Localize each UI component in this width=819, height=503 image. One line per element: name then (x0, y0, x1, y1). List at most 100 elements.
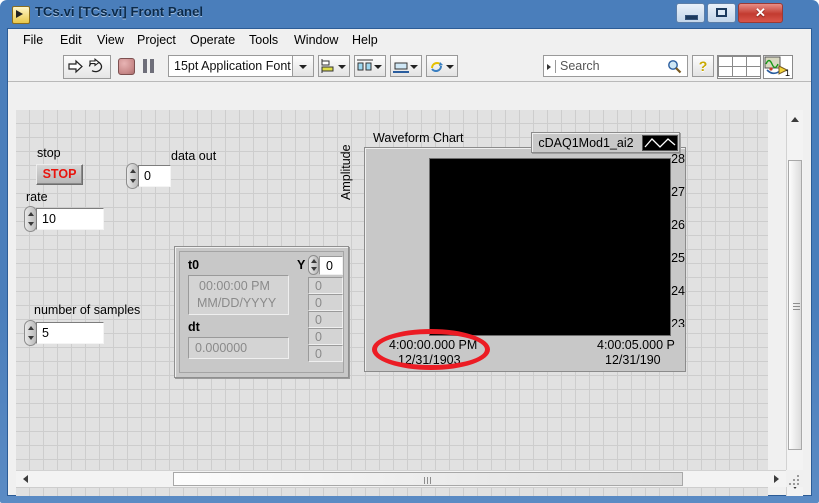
channel-index-input[interactable]: 0 (138, 165, 171, 187)
y-tick-24: 24 (671, 284, 685, 298)
distribute-objects-button[interactable] (354, 55, 386, 77)
abort-execution-icon[interactable] (118, 58, 135, 75)
horizontal-scrollbar[interactable] (16, 470, 786, 487)
number-of-samples-label: number of samples (34, 303, 141, 317)
font-selector[interactable]: 15pt Application Font (168, 55, 293, 77)
align-objects-button[interactable] (318, 55, 350, 77)
magnifier-icon[interactable] (667, 59, 682, 74)
run-arrow-icon[interactable] (67, 58, 84, 75)
search-expand-icon[interactable] (546, 60, 556, 73)
maximize-button[interactable] (707, 3, 736, 23)
y-tick-28: 28 (671, 152, 685, 166)
data-out-cluster[interactable]: t0 00:00:00 PM MM/DD/YYYY dt 0.000000 Y … (174, 246, 349, 378)
y-index-field[interactable]: 0 (319, 256, 343, 275)
rate-label: rate (26, 190, 48, 204)
waveform-line-icon[interactable] (642, 135, 678, 151)
vi-icon-number: 1 (784, 68, 790, 78)
menu-file[interactable]: File (16, 32, 50, 49)
front-panel-canvas[interactable]: stop STOP rate 10 number of samples 5 0 … (16, 110, 768, 496)
plot-legend[interactable]: cDAQ1Mod1_ai2 (531, 132, 680, 153)
y-element-4-value: 0 (315, 347, 322, 361)
y-tick-26: 26 (671, 218, 685, 232)
annotation-ellipse (372, 329, 490, 370)
x-tick-right-time: 4:00:05.000 P (597, 338, 675, 352)
toolbar: 15pt Application Font Search ? 1 (8, 52, 811, 82)
scroll-right-arrow[interactable] (769, 471, 786, 487)
data-out-label: data out (171, 149, 217, 163)
y-tick-27: 27 (671, 185, 685, 199)
t0-indicator: 00:00:00 PM MM/DD/YYYY (188, 275, 289, 315)
run-button-group (63, 55, 111, 79)
y-tick-23: 23 (671, 317, 685, 327)
y-index-stepper[interactable] (308, 255, 319, 275)
search-placeholder: Search (560, 59, 600, 73)
labview-window: TCs.vi [TCs.vi] Front Panel ✕ File Edit … (0, 0, 819, 503)
chevron-down-icon (446, 65, 454, 69)
y-element-3-value: 0 (315, 330, 322, 344)
rate-input[interactable]: 10 (36, 208, 104, 230)
font-value: 15pt Application Font (174, 59, 291, 73)
resize-objects-button[interactable] (390, 55, 422, 77)
y-element-3: 0 (308, 328, 343, 345)
rate-value: 10 (42, 212, 56, 226)
t0-label: t0 (188, 258, 200, 272)
number-of-samples-value: 5 (42, 326, 49, 340)
run-continuously-icon[interactable] (87, 58, 104, 75)
search-input[interactable]: Search (543, 55, 688, 77)
close-button[interactable]: ✕ (738, 3, 783, 23)
menu-operate[interactable]: Operate (183, 32, 242, 49)
menu-view[interactable]: View (90, 32, 131, 49)
t0-date-value: MM/DD/YYYY (197, 296, 277, 310)
chevron-down-icon (374, 65, 382, 69)
x-tick-right-date: 12/31/190 (605, 353, 661, 367)
y-element-0-value: 0 (315, 279, 322, 293)
vertical-scrollbar[interactable] (786, 110, 803, 496)
number-of-samples-input[interactable]: 5 (36, 322, 104, 344)
chevron-down-icon (299, 65, 307, 69)
channel-index-value: 0 (144, 169, 151, 183)
close-icon: ✕ (755, 5, 766, 20)
window-client-area: File Edit View Project Operate Tools Win… (7, 28, 812, 496)
window-title: TCs.vi [TCs.vi] Front Panel (35, 4, 204, 19)
vi-icon[interactable]: 1 (763, 55, 793, 79)
menu-window[interactable]: Window (287, 32, 345, 49)
y-index-value: 0 (326, 259, 333, 273)
dt-indicator: 0.000000 (188, 337, 289, 359)
scroll-up-arrow[interactable] (787, 110, 803, 127)
chevron-down-icon (338, 65, 346, 69)
menu-tools[interactable]: Tools (242, 32, 285, 49)
y-tick-25: 25 (671, 251, 685, 265)
reorder-objects-button[interactable] (426, 55, 458, 77)
y-element-2: 0 (308, 311, 343, 328)
y-element-2-value: 0 (315, 313, 322, 327)
help-button[interactable]: ? (692, 55, 714, 77)
resize-grip[interactable] (786, 470, 803, 487)
vertical-scroll-thumb[interactable] (788, 160, 802, 450)
horizontal-scroll-thumb[interactable] (173, 472, 683, 486)
font-dropdown-arrow[interactable] (293, 55, 314, 77)
scroll-left-arrow[interactable] (16, 471, 33, 487)
dt-value: 0.000000 (195, 341, 248, 355)
y-element-1-value: 0 (315, 296, 322, 310)
plot-legend-name: cDAQ1Mod1_ai2 (538, 136, 634, 150)
t0-time-value: 00:00:00 PM (199, 279, 270, 293)
stop-button-label: STOP (42, 167, 77, 181)
waveform-chart-label: Waveform Chart (373, 131, 464, 145)
menu-project[interactable]: Project (130, 32, 183, 49)
dt-label: dt (188, 320, 200, 334)
y-axis-label: Amplitude (339, 144, 353, 200)
y-element-1: 0 (308, 294, 343, 311)
title-bar: TCs.vi [TCs.vi] Front Panel ✕ (0, 0, 819, 28)
y-element-4: 0 (308, 345, 343, 362)
menu-help[interactable]: Help (345, 32, 385, 49)
menu-bar: File Edit View Project Operate Tools Win… (8, 29, 811, 53)
stop-button[interactable]: STOP (36, 164, 83, 185)
labview-vi-icon (12, 6, 30, 24)
y-element-0: 0 (308, 277, 343, 294)
pause-icon[interactable] (142, 58, 158, 74)
stop-label: stop (37, 146, 61, 160)
minimize-button[interactable] (676, 3, 705, 23)
chevron-down-icon (410, 65, 418, 69)
menu-edit[interactable]: Edit (53, 32, 89, 49)
connector-pane[interactable] (717, 55, 761, 79)
